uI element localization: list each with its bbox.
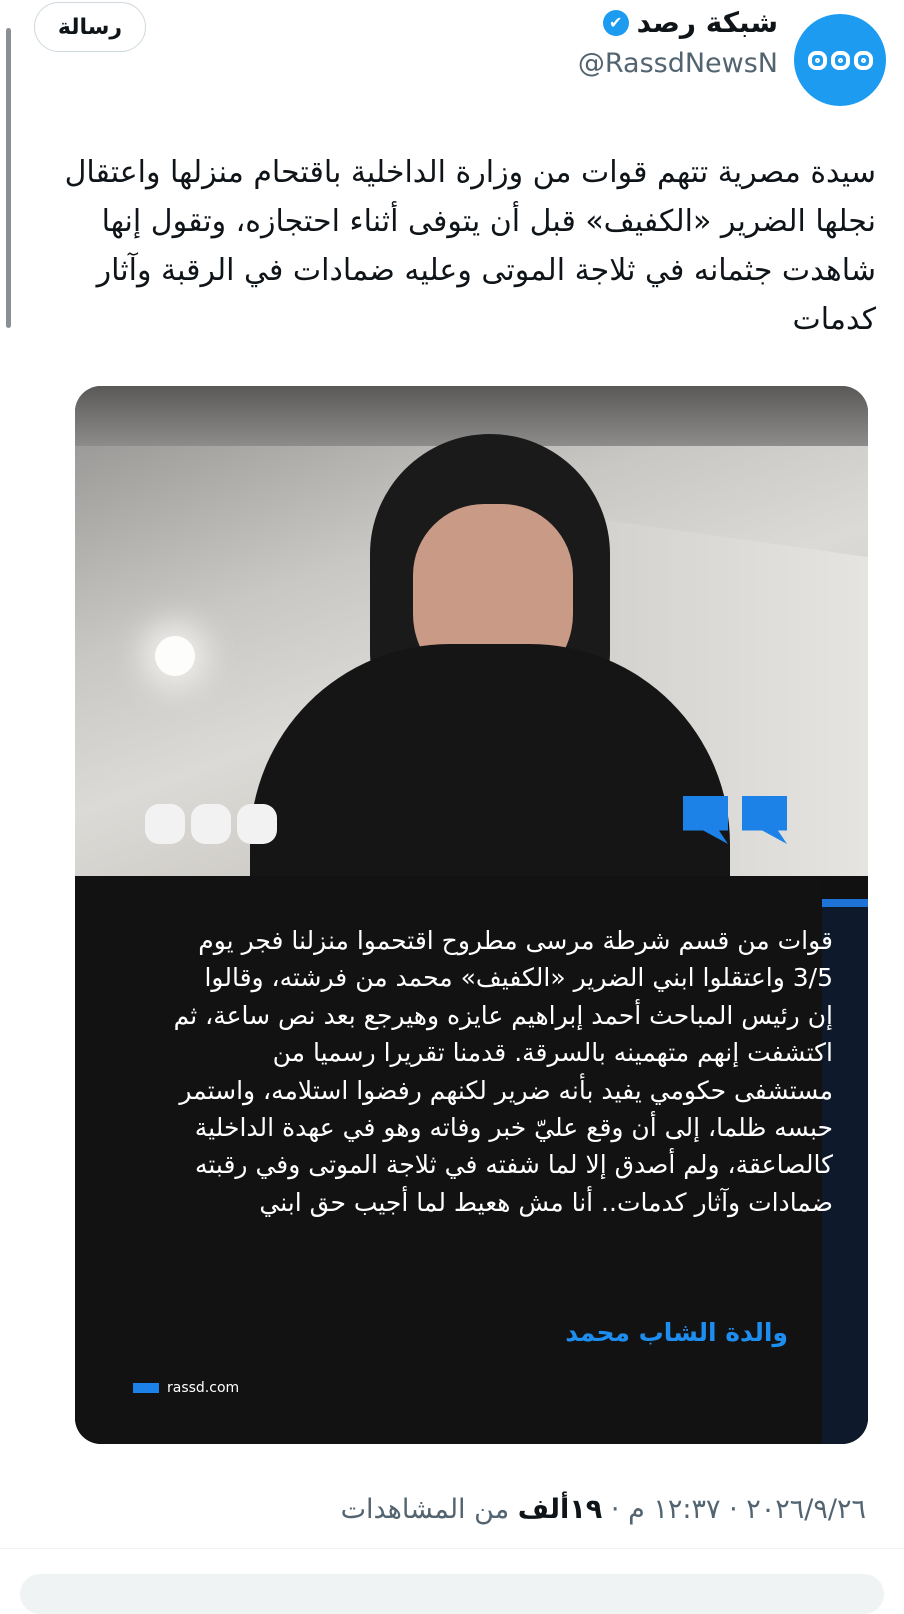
woman-figure [250,434,730,876]
message-button[interactable]: رسالة [34,2,146,52]
tweet-time[interactable]: ١٢:٣٧ م [628,1494,720,1525]
views-label: من المشاهدات [340,1494,510,1525]
rassd-logo-icon [807,50,873,70]
site-url: rassd.com [167,1380,240,1396]
meta-separator: · [729,1494,738,1525]
reply-bar[interactable] [20,1574,884,1614]
tweet-media[interactable]: قوات من قسم شرطة مرسى مطروح اقتحموا منزل… [75,386,868,1444]
tweet-date[interactable]: ٢٠٢٦/٩/٢٦ [746,1494,866,1525]
meta-separator: · [610,1494,620,1525]
views-count: ١٩ألف [517,1494,603,1525]
rassd-watermark-icon [145,804,277,844]
site-bar-icon [133,1383,159,1393]
site-credit: rassd.com [133,1380,239,1396]
verified-badge-icon: ✔ [602,9,629,36]
divider [0,1548,904,1549]
tweet-meta: ٢٠٢٦/٩/٢٦ · ١٢:٣٧ م · ١٩ألف من المشاهدات [341,1494,866,1525]
avatar[interactable] [794,14,886,106]
quote-marks-icon [683,796,787,844]
quote-text: قوات من قسم شرطة مرسى مطروح اقتحموا منزل… [173,926,833,1217]
video-frame-photo [75,386,868,876]
tweet-text: سيدة مصرية تتهم قوات من وزارة الداخلية ب… [64,155,876,337]
quote-author: والدة الشاب محمد [565,1318,788,1347]
tweet-header: شبكة رصد ✔ @RassdNewsN رسالة [0,0,904,110]
name-row: شبكة رصد ✔ [602,6,778,39]
user-handle[interactable]: @RassdNewsN [578,48,778,79]
display-name[interactable]: شبكة رصد [637,6,778,39]
